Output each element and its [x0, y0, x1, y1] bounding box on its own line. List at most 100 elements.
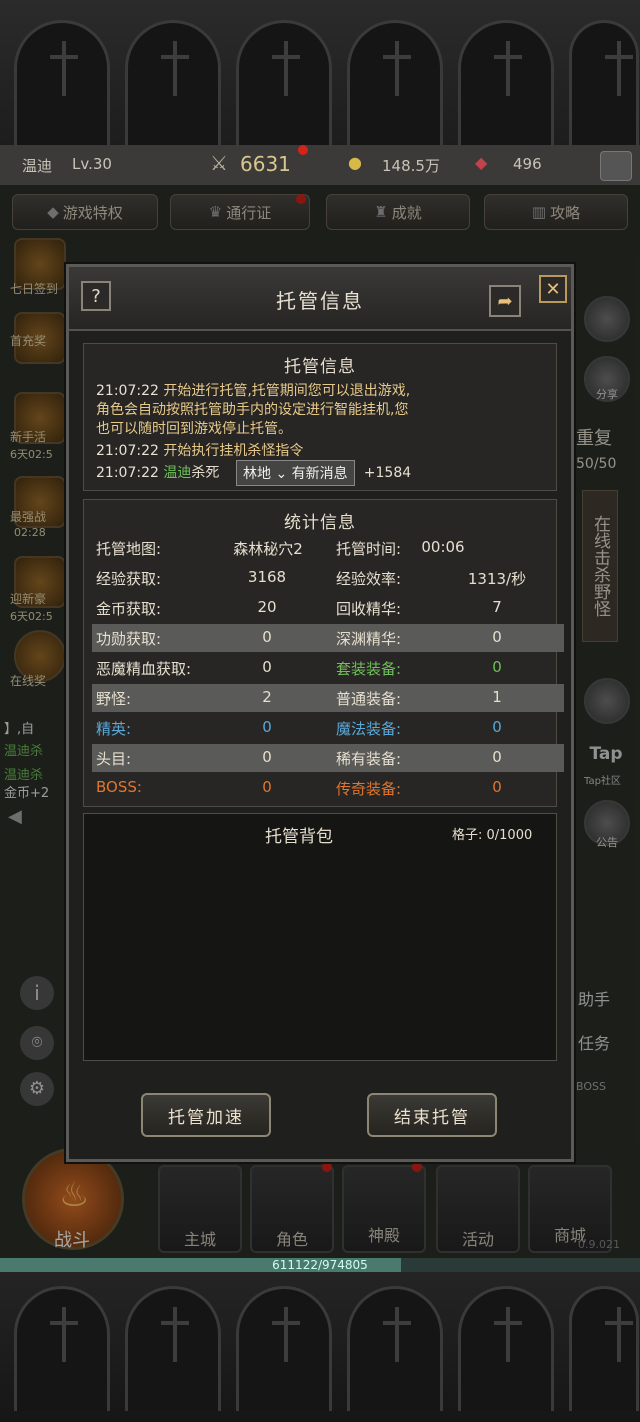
stat-row: 野怪: 2 普通装备: 1	[92, 684, 564, 712]
stats-title: 统计信息	[284, 513, 356, 533]
window-arch	[125, 1286, 221, 1411]
notification-dot	[298, 145, 308, 155]
player-name: 温迪	[22, 157, 53, 175]
stat-label: 魔法装备:	[336, 720, 402, 738]
stat-label: 普通装备:	[336, 690, 402, 708]
new-message-toast[interactable]: 林地 ⌄ 有新消息	[236, 460, 355, 486]
speed-up-button[interactable]: 托管加速	[141, 1093, 271, 1137]
log-line: 角色会自动按照托管助手内的设定进行智能挂机,您	[96, 402, 409, 418]
log-panel[interactable]: 托管信息 21:07:22 开始进行托管,托管期间您可以退出游戏, 角色会自动按…	[83, 343, 557, 491]
chevron-down-icon: ⌄	[275, 466, 288, 482]
log-text: 杀死	[191, 465, 220, 481]
stat-label: 托管时间:	[336, 540, 402, 558]
end-auto-play-button[interactable]: 结束托管	[367, 1093, 497, 1137]
stat-label: 稀有装备:	[336, 750, 402, 768]
stat-value: 0	[262, 628, 272, 646]
gem-amount: 496	[513, 155, 542, 173]
log-time: 21:07:22	[96, 383, 159, 399]
window-arch	[14, 20, 110, 145]
stat-label: 功勋获取:	[96, 630, 162, 648]
stat-label: 精英:	[96, 720, 132, 738]
stat-value: 1	[492, 688, 502, 706]
share-arrow-icon: ➦	[497, 290, 513, 312]
log-title: 托管信息	[284, 357, 356, 377]
toast-prefix: 林地	[243, 466, 271, 482]
stat-row: 头目: 0 稀有装备: 0	[92, 744, 564, 772]
stat-value: 0	[492, 778, 502, 796]
stat-value: 3168	[247, 568, 287, 586]
toast-text: 有新消息	[291, 466, 348, 482]
swords-icon: ⚔	[210, 151, 228, 175]
auto-play-dialog: ? 托管信息 ➦ ✕ 托管信息 21:07:22 开始进行托管,托管期间您可以退…	[66, 264, 574, 1162]
stat-value: 0	[492, 658, 502, 676]
window-arch	[14, 1286, 110, 1411]
stat-value: 0	[262, 718, 272, 736]
window-arch	[569, 1286, 639, 1411]
bag-title: 托管背包	[265, 827, 333, 847]
stat-row: 金币获取: 20 回收精华: 7	[92, 594, 564, 622]
stat-row: 功勋获取: 0 深渊精华: 0	[92, 624, 564, 652]
log-line: 也可以随时回到游戏停止托管。	[96, 421, 292, 437]
stat-value: 1313/秒	[467, 570, 527, 588]
stat-label: 回收精华:	[336, 600, 402, 618]
share-button[interactable]: ➦	[489, 285, 521, 317]
stat-value: 0	[262, 748, 272, 766]
gem-icon: ◆	[475, 153, 488, 172]
combat-power: 6631	[240, 152, 291, 176]
log-text: 开始进行托管,托管期间您可以退出游戏,	[163, 383, 411, 399]
stats-panel: 统计信息 托管地图: 森林秘穴2 托管时间: 00:06 经验获取: 3168 经验效率: 1…	[83, 499, 564, 807]
stat-label: 头目:	[96, 750, 132, 768]
gold-icon: ●	[348, 153, 362, 172]
log-time: 21:07:22	[96, 443, 159, 459]
window-arch	[236, 20, 332, 145]
stat-value: 0	[262, 658, 272, 676]
bag-panel: 托管背包 格子: 0/1000	[83, 813, 557, 1061]
background-top	[0, 0, 640, 145]
player-status-bar: 温迪 Lv.30 ⚔ 6631 ● 148.5万 ◆ 496	[0, 145, 640, 186]
close-icon: ✕	[545, 278, 561, 300]
stat-value: 森林秘穴2	[233, 540, 303, 558]
window-arch	[347, 1286, 443, 1411]
log-line: 21:07:22 开始进行托管,托管期间您可以退出游戏,	[96, 382, 410, 401]
stat-label: 经验效率:	[336, 570, 402, 588]
stat-row: 托管地图: 森林秘穴2 托管时间: 00:06	[92, 534, 564, 562]
gold-amount: 148.5万	[382, 157, 440, 175]
stat-label: 金币获取:	[96, 600, 162, 618]
stat-value: 0	[492, 628, 502, 646]
window-arch	[347, 20, 443, 145]
stat-row: BOSS: 0 传奇装备: 0	[92, 774, 564, 802]
stat-label: 托管地图:	[96, 540, 162, 558]
bag-capacity: 格子: 0/1000	[452, 828, 533, 843]
stat-row: 恶魔精血获取: 0 套装装备: 0	[92, 654, 564, 682]
stat-value: 00:06	[421, 538, 465, 556]
stat-label: 恶魔精血获取:	[96, 660, 192, 678]
stat-label: 经验获取:	[96, 570, 162, 588]
log-exp: +1584	[363, 465, 412, 481]
stat-label: 深渊精华:	[336, 630, 402, 648]
stat-value: 0	[492, 718, 502, 736]
window-arch	[458, 20, 554, 145]
window-arch	[236, 1286, 332, 1411]
xp-bar: 611122/974805	[0, 1258, 640, 1272]
log-player-name: 温迪	[163, 465, 192, 481]
player-level: Lv.30	[72, 155, 112, 173]
stat-row: 精英: 0 魔法装备: 0	[92, 714, 564, 742]
window-arch	[125, 20, 221, 145]
xp-text: 611122/974805	[272, 1258, 368, 1272]
stat-label: BOSS:	[96, 778, 142, 796]
close-button[interactable]: ✕	[539, 275, 567, 303]
stat-label: 传奇装备:	[336, 780, 402, 798]
stat-label: 套装装备:	[336, 660, 402, 678]
stat-value: 7	[492, 598, 502, 616]
stat-value: 2	[262, 688, 272, 706]
window-arch	[569, 20, 639, 145]
menu-icon[interactable]	[600, 151, 632, 181]
window-arch	[458, 1286, 554, 1411]
background-bottom	[0, 1272, 640, 1422]
log-time: 21:07:22	[96, 465, 159, 481]
log-line: 21:07:22 开始执行挂机杀怪指令	[96, 442, 303, 461]
log-text: 开始执行挂机杀怪指令	[163, 443, 304, 459]
stat-value: 0	[262, 778, 272, 796]
stat-value: 20	[257, 598, 277, 616]
stat-label: 野怪:	[96, 690, 132, 708]
